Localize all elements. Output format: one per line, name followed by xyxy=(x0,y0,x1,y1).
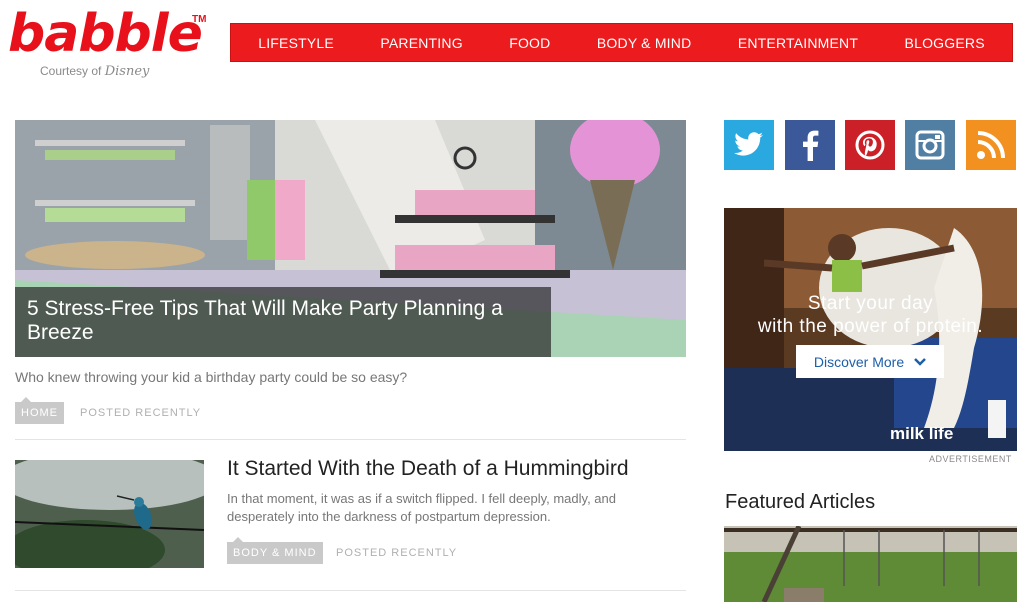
nav-entertainment[interactable]: ENTERTAINMENT xyxy=(738,35,858,51)
babble-logo[interactable]: babble TM Courtesy of Disney xyxy=(8,4,208,84)
discover-more-label: Discover More xyxy=(813,353,905,370)
nav-lifestyle[interactable]: LIFESTYLE xyxy=(258,35,334,51)
discover-more-button[interactable]: Discover More xyxy=(796,345,944,378)
chevron-down-icon xyxy=(914,357,927,366)
advertisement-label: ADVERTISEMENT xyxy=(929,454,1012,464)
milk-life-ad[interactable]: Start your day with the power of protein… xyxy=(724,208,1017,451)
featured-article-image[interactable] xyxy=(724,526,1017,602)
logo-courtesy: Courtesy of Disney xyxy=(40,64,149,79)
instagram-button[interactable] xyxy=(905,120,955,170)
hero-caption: 5 Stress-Free Tips That Will Make Party … xyxy=(15,287,551,357)
hero-article-image[interactable]: 5 Stress-Free Tips That Will Make Party … xyxy=(15,120,686,357)
courtesy-label: Courtesy of xyxy=(40,64,102,78)
featured-articles-heading: Featured Articles xyxy=(725,491,876,513)
hero-category-tag[interactable]: HOME xyxy=(15,397,64,424)
nav-body-mind[interactable]: BODY & MIND xyxy=(597,35,692,51)
hero-posted-status: POSTED RECENTLY xyxy=(80,407,202,419)
article-divider xyxy=(15,590,686,591)
nav-parenting[interactable]: PARENTING xyxy=(380,35,462,51)
hero-description: Who knew throwing your kid a birthday pa… xyxy=(15,369,408,385)
hero-title[interactable]: 5 Stress-Free Tips That Will Make Party … xyxy=(27,297,539,345)
nav-food[interactable]: FOOD xyxy=(509,35,550,51)
article-description: In that moment, it was as if a switch fl… xyxy=(227,491,616,524)
facebook-icon xyxy=(803,130,819,161)
hummingbird-illustration xyxy=(15,460,204,568)
ad-brand-logo: milk life xyxy=(890,424,954,443)
article-divider xyxy=(15,439,686,440)
disney-wordmark: Disney xyxy=(104,64,150,79)
nav-bloggers[interactable]: BLOGGERS xyxy=(905,35,985,51)
main-nav: LIFESTYLE PARENTING FOOD BODY & MIND ENT… xyxy=(230,23,1013,62)
logo-wordmark: babble xyxy=(8,4,203,64)
ad-headline-line2: with the power of protein. xyxy=(757,316,984,337)
facebook-button[interactable] xyxy=(785,120,835,170)
instagram-icon xyxy=(915,130,945,160)
rss-icon xyxy=(977,131,1005,159)
pinterest-button[interactable] xyxy=(845,120,895,170)
playground-swing-illustration xyxy=(724,526,1017,602)
ad-headline-line1: Start your day xyxy=(807,293,934,314)
rss-button[interactable] xyxy=(966,120,1016,170)
ad-headline: Start your day with the power of protein… xyxy=(724,292,1017,338)
article-title[interactable]: It Started With the Death of a Hummingbi… xyxy=(227,457,629,481)
pinterest-icon xyxy=(855,130,885,160)
article-posted-status: POSTED RECENTLY xyxy=(336,547,458,559)
twitter-icon xyxy=(734,132,763,156)
logo-trademark: TM xyxy=(192,14,207,25)
hummingbird-thumbnail[interactable] xyxy=(15,460,204,568)
article-category-tag[interactable]: BODY & MIND xyxy=(227,537,323,564)
twitter-button[interactable] xyxy=(724,120,774,170)
